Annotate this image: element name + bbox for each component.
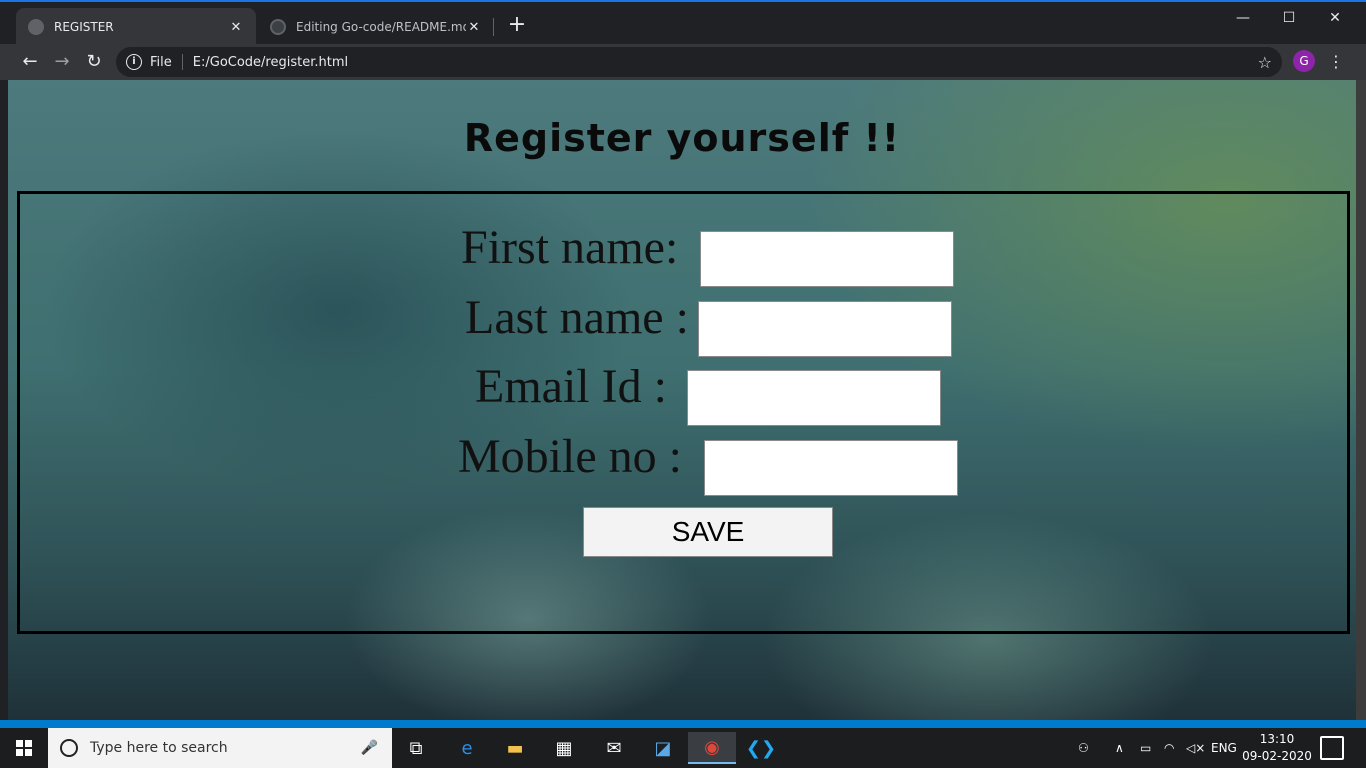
new-tab-button[interactable]: + (505, 14, 529, 38)
last-name-input[interactable] (698, 301, 952, 357)
wifi-icon[interactable]: ◠ (1164, 728, 1174, 768)
globe-icon (28, 19, 44, 35)
email-label: Email Id : (475, 360, 667, 413)
microphone-icon[interactable]: 🎤 (361, 740, 378, 756)
mobile-label: Mobile no : (458, 430, 682, 483)
scheme-label: File (150, 54, 172, 70)
task-view-icon[interactable]: ⧉ (392, 732, 440, 764)
close-tab-icon[interactable]: ✕ (228, 20, 244, 35)
page-scrollbar[interactable] (1356, 80, 1366, 720)
first-name-input[interactable] (700, 231, 954, 287)
chrome-icon[interactable]: ◉ (688, 732, 736, 764)
tab-title: REGISTER (54, 20, 114, 34)
minimize-button[interactable]: — (1220, 6, 1266, 30)
save-button[interactable]: SAVE (583, 507, 833, 557)
volume-muted-icon[interactable]: ◁× (1186, 728, 1205, 768)
search-placeholder: Type here to search (90, 740, 228, 756)
language-indicator[interactable]: ENG (1211, 728, 1237, 768)
file-explorer-icon[interactable]: ▬ (491, 732, 539, 764)
cortana-icon (60, 739, 78, 757)
forward-button[interactable]: → (50, 50, 74, 74)
github-icon (270, 19, 286, 35)
info-icon[interactable]: i (126, 54, 142, 70)
reload-button[interactable]: ↻ (82, 50, 106, 74)
tab-divider (493, 18, 494, 36)
profile-avatar[interactable]: G (1293, 50, 1315, 72)
address-separator (181, 54, 183, 70)
browser-toolbar: ← → ↻ i File E:/GoCode/register.html ☆ G… (0, 44, 1366, 80)
windows-logo-icon (16, 740, 32, 756)
edge-icon[interactable]: e (443, 732, 491, 764)
notification-icon[interactable] (1320, 736, 1344, 760)
maximize-button[interactable]: ☐ (1266, 6, 1312, 30)
menu-icon[interactable]: ⋮ (1328, 50, 1344, 74)
close-window-button[interactable]: ✕ (1312, 6, 1358, 30)
page-viewport: Register yourself !! First name: Last na… (8, 80, 1356, 720)
last-name-label: Last name : (465, 291, 689, 344)
email-input[interactable] (687, 370, 941, 426)
start-button[interactable] (0, 728, 48, 768)
first-name-label: First name: (461, 221, 679, 274)
mobile-input[interactable] (704, 440, 958, 496)
tab-title: Editing Go-code/README.md at (296, 20, 466, 34)
tab-register[interactable]: REGISTER ✕ (16, 8, 256, 46)
back-button[interactable]: ← (18, 50, 42, 74)
address-bar[interactable]: i File E:/GoCode/register.html ☆ (116, 47, 1282, 77)
register-form: First name: Last name : Email Id : Mobil… (17, 191, 1350, 634)
mail-icon[interactable]: ✉ (590, 732, 638, 764)
vscode-icon[interactable]: ❮❯ (737, 732, 785, 764)
battery-icon[interactable]: ▭ (1140, 728, 1151, 768)
page-heading: Register yourself !! (463, 116, 901, 160)
people-icon[interactable]: ⚇ (1078, 728, 1089, 768)
chevron-up-icon[interactable]: ∧ (1115, 728, 1124, 768)
clock-date: 09-02-2020 (1242, 749, 1312, 763)
taskbar-search[interactable]: Type here to search 🎤 (48, 728, 392, 768)
bookmark-star-icon[interactable]: ☆ (1258, 53, 1272, 72)
clock-time: 13:10 (1259, 732, 1295, 746)
taskbar-clock[interactable]: 13:10 09-02-2020 (1240, 731, 1314, 765)
network-app-icon[interactable]: ◪ (639, 732, 687, 764)
tab-readme[interactable]: Editing Go-code/README.md at ✕ (258, 8, 494, 46)
url-text[interactable]: E:/GoCode/register.html (193, 55, 348, 70)
windows-taskbar: Type here to search 🎤 ⧉ e ▬ ▦ ✉ ◪ ◉ ❮❯ ⚇… (0, 728, 1366, 768)
store-icon[interactable]: ▦ (540, 732, 588, 764)
close-tab-icon[interactable]: ✕ (466, 20, 482, 35)
editor-status-bar (0, 720, 1366, 728)
browser-tab-strip: REGISTER ✕ Editing Go-code/README.md at … (0, 0, 1366, 46)
